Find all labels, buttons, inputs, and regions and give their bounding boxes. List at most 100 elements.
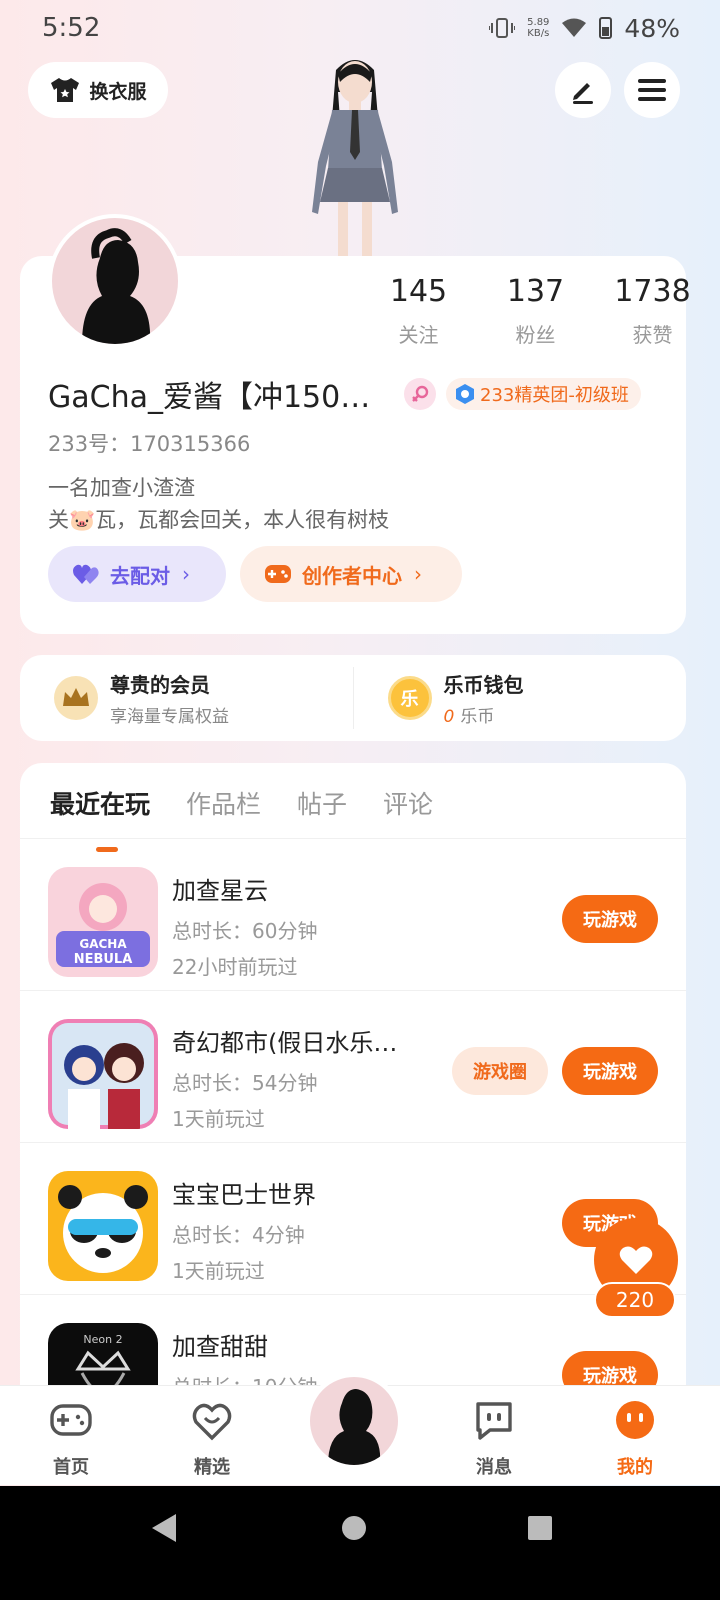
coin-balance: 0 乐币 bbox=[444, 702, 524, 727]
wifi-icon bbox=[562, 18, 587, 37]
face-icon bbox=[616, 1401, 654, 1439]
play-game-button[interactable]: 玩游戏 bbox=[562, 1047, 658, 1095]
nav-home[interactable]: 首页 bbox=[31, 1398, 111, 1479]
nav-label: 精选 bbox=[194, 1457, 230, 1478]
play-game-button[interactable]: 玩游戏 bbox=[562, 895, 658, 943]
gamepad-icon bbox=[265, 565, 291, 583]
crown-icon bbox=[54, 676, 98, 720]
profile-tabs: 最近在玩 作品栏 帖子 评论 bbox=[20, 763, 686, 852]
heart-chat-icon bbox=[192, 1403, 232, 1441]
match-label: 去配对 bbox=[110, 563, 170, 588]
svg-text:GACHA: GACHA bbox=[79, 937, 127, 951]
nav-label: 消息 bbox=[476, 1457, 512, 1478]
stat-followers[interactable]: 137 粉丝 bbox=[477, 274, 594, 348]
like-count: 220 bbox=[594, 1282, 676, 1318]
user-id: 233号：170315366 bbox=[48, 432, 251, 456]
game-row[interactable]: GACHA NEBULA 加查星云 总时长：60分钟 22小时前玩过 玩游戏 bbox=[20, 839, 686, 991]
system-nav-bar bbox=[0, 1486, 720, 1600]
net-speed: 5.89 KB/s bbox=[527, 17, 550, 39]
stat-label: 获赞 bbox=[632, 323, 673, 347]
change-outfit-label: 换衣服 bbox=[89, 80, 147, 103]
game-icon bbox=[48, 1019, 158, 1129]
vip-entry[interactable]: 尊贵的会员 享海量专属权益 bbox=[20, 655, 353, 741]
coin-amount: 0 bbox=[443, 707, 455, 727]
stat-value: 137 bbox=[506, 274, 565, 309]
game-title: 宝宝巴士世界 bbox=[172, 1181, 316, 1209]
battery-percent: 48% bbox=[624, 13, 680, 43]
profile-avatar[interactable] bbox=[48, 214, 182, 348]
rank-medal-icon bbox=[456, 384, 474, 404]
tab-posts[interactable]: 帖子 bbox=[297, 781, 347, 821]
creator-center-label: 创作者中心 bbox=[302, 563, 402, 588]
chevron-right-icon: › bbox=[414, 562, 422, 586]
tab-recent[interactable]: 最近在玩 bbox=[50, 781, 150, 852]
rank-badge[interactable]: 233精英团-初级班 bbox=[446, 378, 641, 410]
avatar-3d-figure[interactable] bbox=[288, 52, 422, 258]
like-fab[interactable]: 220 bbox=[594, 1218, 678, 1322]
bio-line: 一名加查小渣渣 bbox=[48, 476, 195, 500]
svg-text:NEBULA: NEBULA bbox=[74, 952, 133, 967]
battery-icon bbox=[599, 17, 613, 39]
vibrate-icon bbox=[489, 18, 516, 38]
message-icon bbox=[476, 1402, 512, 1440]
nav-me[interactable]: 我的 bbox=[595, 1398, 675, 1479]
coin-icon: 乐 bbox=[387, 676, 432, 720]
menu-button[interactable] bbox=[624, 62, 680, 118]
nav-messages[interactable]: 消息 bbox=[454, 1398, 534, 1479]
game-title: 奇幻都市(假日水乐… bbox=[172, 1029, 398, 1057]
coin-wallet-entry[interactable]: 乐 乐币钱包 0 乐币 bbox=[354, 655, 687, 741]
coin-unit: 乐币 bbox=[460, 707, 495, 727]
bio-line: 关🐷瓦，瓦都会回关，本人很有树枝 bbox=[48, 508, 390, 532]
hamburger-icon bbox=[638, 79, 666, 101]
gamepad-icon bbox=[50, 1404, 92, 1436]
nav-avatar-button[interactable] bbox=[305, 1372, 403, 1470]
back-icon[interactable] bbox=[150, 1512, 180, 1544]
game-icon: GACHANEBULA bbox=[48, 867, 158, 977]
wallet-card: 尊贵的会员 享海量专属权益 乐 乐币钱包 0 乐币 bbox=[20, 655, 686, 741]
pencil-icon bbox=[573, 83, 593, 104]
change-outfit-button[interactable]: 换衣服 bbox=[28, 62, 168, 118]
recents-icon[interactable] bbox=[526, 1514, 554, 1542]
edit-profile-button[interactable] bbox=[555, 62, 611, 118]
game-row[interactable]: 宝宝巴士世界 总时长：4分钟 1天前玩过 玩游戏 bbox=[20, 1143, 686, 1295]
tab-comments[interactable]: 评论 bbox=[383, 781, 433, 821]
name-row: GaCha_爱酱【冲150… 233精英团-初级班 bbox=[48, 372, 641, 416]
match-button[interactable]: 去配对 › bbox=[48, 546, 226, 602]
status-bar: 5:52 5.89 KB/s 48% bbox=[0, 0, 720, 56]
vip-subtitle: 享海量专属权益 bbox=[110, 707, 229, 727]
tshirt-icon bbox=[51, 78, 80, 102]
stat-label: 粉丝 bbox=[515, 323, 556, 347]
game-circle-button[interactable]: 游戏圈 bbox=[452, 1047, 548, 1095]
username: GaCha_爱酱【冲150… bbox=[48, 380, 371, 415]
game-last-played: 22小时前玩过 bbox=[172, 955, 298, 979]
game-title: 加查星云 bbox=[172, 877, 268, 905]
game-row[interactable]: 奇幻都市(假日水乐… 总时长：54分钟 1天前玩过 游戏圈 玩游戏 bbox=[20, 991, 686, 1143]
nav-label: 我的 bbox=[617, 1457, 653, 1478]
status-time: 5:52 bbox=[42, 13, 101, 43]
creator-center-button[interactable]: 创作者中心 › bbox=[240, 546, 462, 602]
female-icon bbox=[404, 378, 436, 410]
game-last-played: 1天前玩过 bbox=[172, 1259, 265, 1283]
nav-label: 首页 bbox=[53, 1457, 89, 1478]
status-icons: 5.89 KB/s 48% bbox=[489, 14, 680, 43]
game-total-time: 总时长：60分钟 bbox=[172, 919, 318, 943]
stat-value: 145 bbox=[389, 274, 448, 309]
chevron-right-icon: › bbox=[182, 562, 190, 586]
home-icon[interactable] bbox=[340, 1514, 368, 1542]
game-total-time: 总时长：54分钟 bbox=[172, 1071, 318, 1095]
profile-stats: 145 关注 137 粉丝 1738 获赞 bbox=[360, 274, 711, 348]
coin-wallet-title: 乐币钱包 bbox=[443, 673, 524, 697]
stat-likes[interactable]: 1738 获赞 bbox=[594, 274, 711, 348]
svg-text:Neon 2: Neon 2 bbox=[83, 1333, 122, 1346]
stat-following[interactable]: 145 关注 bbox=[360, 274, 477, 348]
double-heart-icon bbox=[73, 564, 99, 584]
vip-title: 尊贵的会员 bbox=[110, 673, 210, 697]
bio: 一名加查小渣渣 关🐷瓦，瓦都会回关，本人很有树枝 bbox=[48, 472, 389, 536]
game-icon bbox=[48, 1171, 158, 1281]
nav-featured[interactable]: 精选 bbox=[172, 1398, 252, 1479]
tab-works[interactable]: 作品栏 bbox=[186, 781, 261, 821]
game-total-time: 总时长：4分钟 bbox=[172, 1223, 305, 1247]
rank-badge-label: 233精英团-初级班 bbox=[480, 385, 629, 406]
game-last-played: 1天前玩过 bbox=[172, 1107, 265, 1131]
stat-value: 1738 bbox=[614, 274, 691, 309]
